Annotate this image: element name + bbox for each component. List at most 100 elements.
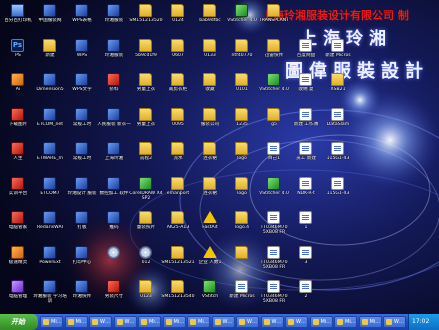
desktop-icon[interactable]: logo xyxy=(226,176,258,207)
desktop-icon[interactable]: 连衣裙 xyxy=(194,176,226,207)
desktop-icon[interactable]: 打板 xyxy=(66,211,98,241)
desktop-icon[interactable]: 男童上衣 xyxy=(130,73,162,103)
desktop-icon[interactable]: 电脑管理 xyxy=(2,280,34,310)
desktop-icon[interactable]: 常规工时 xyxy=(66,142,98,172)
desktop-icon[interactable]: 中国服装网 xyxy=(34,4,66,34)
taskbar-window-button[interactable]: Mi… xyxy=(162,316,186,328)
desktop-icon[interactable]: 115G1-43 xyxy=(322,142,354,172)
desktop-icon[interactable] xyxy=(226,245,258,276)
taskbar-window-button[interactable]: Mi… xyxy=(138,316,161,328)
desktop-icon[interactable]: FastAit xyxy=(194,211,226,241)
desktop-icon[interactable]: ntf40770 xyxy=(226,38,258,69)
desktop-icon[interactable]: 目己1 xyxy=(258,142,290,172)
taskbar-window-button[interactable]: Mi… xyxy=(358,316,382,328)
desktop-icon[interactable]: TRANSPLANT xyxy=(258,4,290,34)
desktop-icon[interactable]: DataSlam xyxy=(322,107,354,138)
desktop-icon[interactable]: 新建 工作簿 xyxy=(290,107,322,138)
desktop-icon[interactable]: 0123 xyxy=(130,280,162,310)
desktop-icon[interactable]: 连衣裙 xyxy=(194,142,226,172)
desktop-icon[interactable]: 人生 xyxy=(2,142,34,172)
desktop-icon[interactable]: SM151213521 xyxy=(161,245,195,276)
desktop-icon[interactable]: VStitcher 4.0 xyxy=(226,4,258,34)
desktop-icon[interactable]: 玲湘设计 服装 xyxy=(66,176,98,207)
desktop-icon[interactable]: 极速精灵 xyxy=(2,245,34,276)
taskbar-window-button[interactable]: W… xyxy=(285,316,308,328)
taskbar-window-button[interactable]: W… xyxy=(236,316,259,328)
desktop-icon[interactable]: 3 xyxy=(290,245,322,276)
taskbar-window-button[interactable]: Mi… xyxy=(187,316,210,328)
desktop-icon[interactable]: WPS文字 xyxy=(66,73,98,103)
desktop-icon[interactable] xyxy=(98,245,130,276)
desktop-icon[interactable]: 数控加工 软件 xyxy=(98,176,130,207)
desktop-icon[interactable]: NDK-R-t xyxy=(290,176,322,207)
desktop-icon[interactable]: SM151213540 xyxy=(161,280,195,310)
desktop-icon[interactable]: 百分百打印机 xyxy=(2,4,34,34)
desktop-icon[interactable]: 电脑管家 xyxy=(2,211,34,241)
desktop-icon[interactable]: bab9dfbc xyxy=(194,4,226,34)
desktop-icon[interactable]: 0095 xyxy=(162,107,194,138)
taskbar-window-button[interactable]: W… xyxy=(113,316,137,328)
taskbar-window-button[interactable]: W… xyxy=(383,316,406,328)
desktop-icon[interactable]: 企业 人数1 xyxy=(194,245,226,276)
desktop-icon[interactable]: ETWARE_m xyxy=(34,142,66,172)
desktop-icon[interactable]: 童装照片 xyxy=(130,211,162,241)
desktop-icon[interactable]: 115G1-43 xyxy=(322,176,354,207)
taskbar-window-button[interactable]: W… xyxy=(211,316,235,328)
desktop-icon[interactable]: 玲湘快传 xyxy=(66,280,98,310)
desktop-icon[interactable]: logo xyxy=(226,142,258,172)
desktop-icon[interactable]: ETCOM7 xyxy=(34,176,66,207)
desktop-icon[interactable]: 挤料 xyxy=(98,73,130,103)
desktop-icon[interactable]: 0124 xyxy=(162,4,194,34)
desktop-icon[interactable]: 新建 Micros xyxy=(226,280,258,310)
desktop-icon[interactable]: CorelDRAW X4 SP2 xyxy=(129,176,163,207)
desktop-icon[interactable]: 玲湘服装 xyxy=(98,4,130,34)
desktop-icon[interactable]: 打印中心 xyxy=(66,245,98,276)
desktop-icon[interactable]: 推码 xyxy=(98,211,130,241)
desktop-icon[interactable]: 1235 xyxy=(226,107,258,138)
start-button[interactable]: 开始 xyxy=(0,314,38,330)
desktop-icon[interactable]: 0607 xyxy=(162,38,194,69)
desktop-icon[interactable]: VStitcher 4.0 xyxy=(258,73,290,103)
desktop-icon[interactable]: 012 xyxy=(130,245,162,276)
desktop-icon[interactable]: SM151213520 xyxy=(129,4,163,34)
desktop-icon[interactable]: WPS表格 xyxy=(66,4,98,34)
desktop-icon[interactable]: 实训平台 xyxy=(2,176,34,207)
desktop-icon[interactable]: 收藏 xyxy=(194,73,226,103)
taskbar-window-button[interactable]: Mi… xyxy=(64,316,88,328)
desktop-icon[interactable]: 玲湘服装 xyxy=(98,38,130,69)
desktop-icon[interactable]: 前程2 xyxy=(130,142,162,172)
desktop-icon[interactable]: 男装尺寸 xyxy=(98,280,130,310)
desktop-icon[interactable]: 服装公司 xyxy=(194,107,226,138)
desktop-icon[interactable]: emanport xyxy=(162,176,194,207)
taskbar-window-button[interactable]: Mi… xyxy=(40,316,63,328)
desktop-icon[interactable]: 玲湘服装 学习培训 xyxy=(33,280,67,310)
taskbar-window-button[interactable]: W… xyxy=(89,316,112,328)
desktop-icon[interactable]: 百度网盘 xyxy=(290,38,322,69)
desktop-icon[interactable]: 1 xyxy=(290,211,322,241)
taskbar-window-button[interactable]: Mi… xyxy=(334,316,357,328)
desktop-icon[interactable]: VStitcher 4.0 xyxy=(258,176,290,207)
desktop-icon[interactable]: TT0346M70 5XB08 FR xyxy=(258,245,290,276)
desktop-icon[interactable]: 人民服装 新衣一 xyxy=(97,107,131,138)
desktop-icon[interactable]: 2 xyxy=(290,280,322,310)
desktop-icon[interactable]: TT0346M70 5XB08 FR xyxy=(258,280,290,310)
desktop-icon[interactable]: 新建 Micros xyxy=(322,38,354,69)
desktop-icon[interactable]: TT0346M70 5XB08 FR xyxy=(258,211,290,241)
desktop-icon[interactable]: 新建 xyxy=(34,38,66,69)
desktop-icon[interactable]: WPS xyxy=(66,38,98,69)
desktop-icon[interactable]: 0101 xyxy=(226,73,258,103)
taskbar-window-button[interactable]: Mi… xyxy=(309,316,333,328)
desktop-icon[interactable]: Ps PS xyxy=(2,38,34,69)
desktop-icon[interactable]: g5 xyxy=(258,107,290,138)
desktop-icon[interactable]: logo.4 xyxy=(226,211,258,241)
desktop-icon[interactable]: XSB21 xyxy=(322,73,354,103)
taskbar-window-button[interactable]: W… xyxy=(260,316,284,328)
desktop-icon[interactable]: 下载图片 xyxy=(2,107,34,138)
desktop-icon[interactable]: 0133 xyxy=(194,38,226,69)
desktop-icon[interactable]: 流水 xyxy=(162,142,194,172)
desktop-icon[interactable]: Dimension5 xyxy=(34,73,66,103)
clock[interactable]: 17:02 xyxy=(412,318,429,325)
desktop-icon[interactable]: 上海玲湘 xyxy=(98,142,130,172)
desktop-icon[interactable]: VStitch xyxy=(194,280,226,310)
desktop-icon[interactable]: 收纳 夏 xyxy=(290,73,322,103)
